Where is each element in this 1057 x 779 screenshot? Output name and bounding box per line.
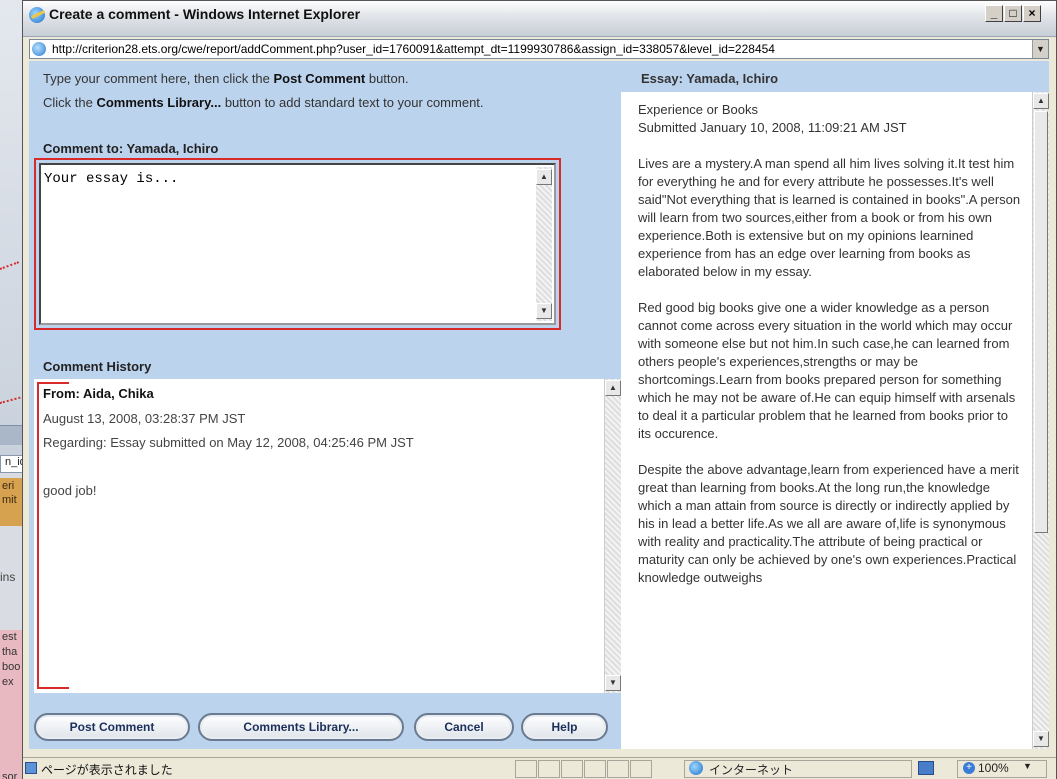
post-comment-button[interactable]: Post Comment bbox=[34, 713, 190, 741]
essay-panel: Essay: Yamada, Ichiro Experience or Book… bbox=[621, 61, 1049, 749]
essay-submitted: Submitted January 10, 2008, 11:09:21 AM … bbox=[638, 120, 907, 135]
status-cell bbox=[538, 760, 560, 778]
comment-history-box: From: Aida, Chika August 13, 2008, 03:28… bbox=[34, 379, 621, 693]
essay-paragraph: Red good big books give one a wider know… bbox=[638, 300, 1016, 441]
comment-history-label: Comment History bbox=[43, 359, 152, 374]
status-cell bbox=[561, 760, 583, 778]
maximize-button[interactable]: □ bbox=[1004, 5, 1022, 22]
zoom-icon[interactable]: + bbox=[963, 762, 975, 774]
history-scrollbar[interactable]: ▲ ▼ bbox=[604, 379, 621, 693]
security-zone-label: インターネット bbox=[709, 763, 794, 777]
instruction-line: Type your comment here, then click the P… bbox=[43, 71, 409, 86]
instruction-line: Click the Comments Library... button to … bbox=[43, 95, 484, 110]
scroll-up-button[interactable]: ▲ bbox=[605, 380, 621, 396]
status-text: ページが表示されました bbox=[41, 763, 173, 777]
comment-to-label: Comment to: Yamada, Ichiro bbox=[43, 141, 219, 156]
scroll-down-button[interactable]: ▼ bbox=[1033, 731, 1049, 747]
status-cell bbox=[607, 760, 629, 778]
history-date: August 13, 2008, 03:28:37 PM JST bbox=[43, 411, 246, 426]
status-bar: ページが表示されました インターネット + 100% ▼ bbox=[23, 757, 1056, 779]
zoom-level[interactable]: 100% bbox=[978, 761, 1009, 775]
essay-scrollbar[interactable]: ▲ ▼ bbox=[1032, 92, 1049, 749]
internet-zone-icon bbox=[689, 761, 703, 775]
cancel-button[interactable]: Cancel bbox=[414, 713, 514, 741]
page-icon bbox=[32, 42, 46, 56]
page-content: Type your comment here, then click the P… bbox=[29, 61, 1049, 749]
background-window-instruction: ins bbox=[0, 570, 16, 584]
comments-library-button[interactable]: Comments Library... bbox=[198, 713, 404, 741]
address-dropdown-button[interactable]: ▼ bbox=[1032, 40, 1048, 58]
comment-highlight-box: Your essay is... ▲ ▼ bbox=[34, 158, 561, 330]
essay-header: Essay: Yamada, Ichiro bbox=[641, 71, 779, 86]
annotation-bracket bbox=[37, 382, 69, 689]
history-regarding: Regarding: Essay submitted on May 12, 20… bbox=[43, 435, 414, 450]
essay-title: Experience or Books bbox=[638, 102, 758, 117]
address-url[interactable]: http://criterion28.ets.org/cwe/report/ad… bbox=[52, 42, 775, 56]
essay-text: Experience or Books Submitted January 10… bbox=[638, 101, 1023, 605]
window-title: Create a comment - Windows Internet Expl… bbox=[49, 6, 361, 22]
scroll-up-button[interactable]: ▲ bbox=[536, 169, 552, 185]
page-done-icon bbox=[25, 762, 37, 774]
status-cell bbox=[584, 760, 606, 778]
status-cell bbox=[515, 760, 537, 778]
ie-window: Create a comment - Windows Internet Expl… bbox=[22, 0, 1057, 779]
comment-scrollbar[interactable]: ▲ ▼ bbox=[536, 167, 552, 321]
history-body: good job! bbox=[43, 483, 97, 498]
scroll-down-button[interactable]: ▼ bbox=[536, 303, 552, 319]
scroll-thumb[interactable] bbox=[1034, 111, 1048, 533]
scroll-down-button[interactable]: ▼ bbox=[605, 675, 621, 691]
status-cell bbox=[630, 760, 652, 778]
essay-paragraph: Lives are a mystery.A man spend all him … bbox=[638, 156, 1021, 279]
comment-text[interactable]: Your essay is... bbox=[44, 171, 178, 187]
instruction-emphasis: Post Comment bbox=[273, 71, 366, 86]
history-from: From: Aida, Chika bbox=[43, 386, 154, 401]
instruction-emphasis: Comments Library... bbox=[96, 95, 222, 110]
instruction-text: Click the bbox=[43, 95, 97, 110]
help-button[interactable]: Help bbox=[521, 713, 608, 741]
title-bar[interactable]: Create a comment - Windows Internet Expl… bbox=[23, 1, 1056, 37]
instruction-text: Type your comment here, then click the bbox=[43, 71, 274, 86]
comment-textarea[interactable]: Your essay is... ▲ ▼ bbox=[39, 163, 556, 325]
scroll-up-button[interactable]: ▲ bbox=[1033, 93, 1049, 109]
instruction-text: button to add standard text to your comm… bbox=[221, 95, 484, 110]
essay-viewer: Experience or Books Submitted January 10… bbox=[621, 92, 1049, 749]
address-bar[interactable]: http://criterion28.ets.org/cwe/report/ad… bbox=[29, 39, 1049, 59]
internet-explorer-icon bbox=[29, 7, 45, 23]
close-button[interactable]: × bbox=[1023, 5, 1041, 22]
comment-panel: Type your comment here, then click the P… bbox=[29, 61, 621, 749]
instruction-text: button. bbox=[365, 71, 409, 86]
zoom-dropdown-icon[interactable]: ▼ bbox=[1023, 761, 1032, 771]
essay-paragraph: Despite the above advantage,learn from e… bbox=[638, 462, 1019, 585]
protected-mode-icon[interactable] bbox=[918, 761, 934, 775]
minimize-button[interactable]: _ bbox=[985, 5, 1003, 22]
